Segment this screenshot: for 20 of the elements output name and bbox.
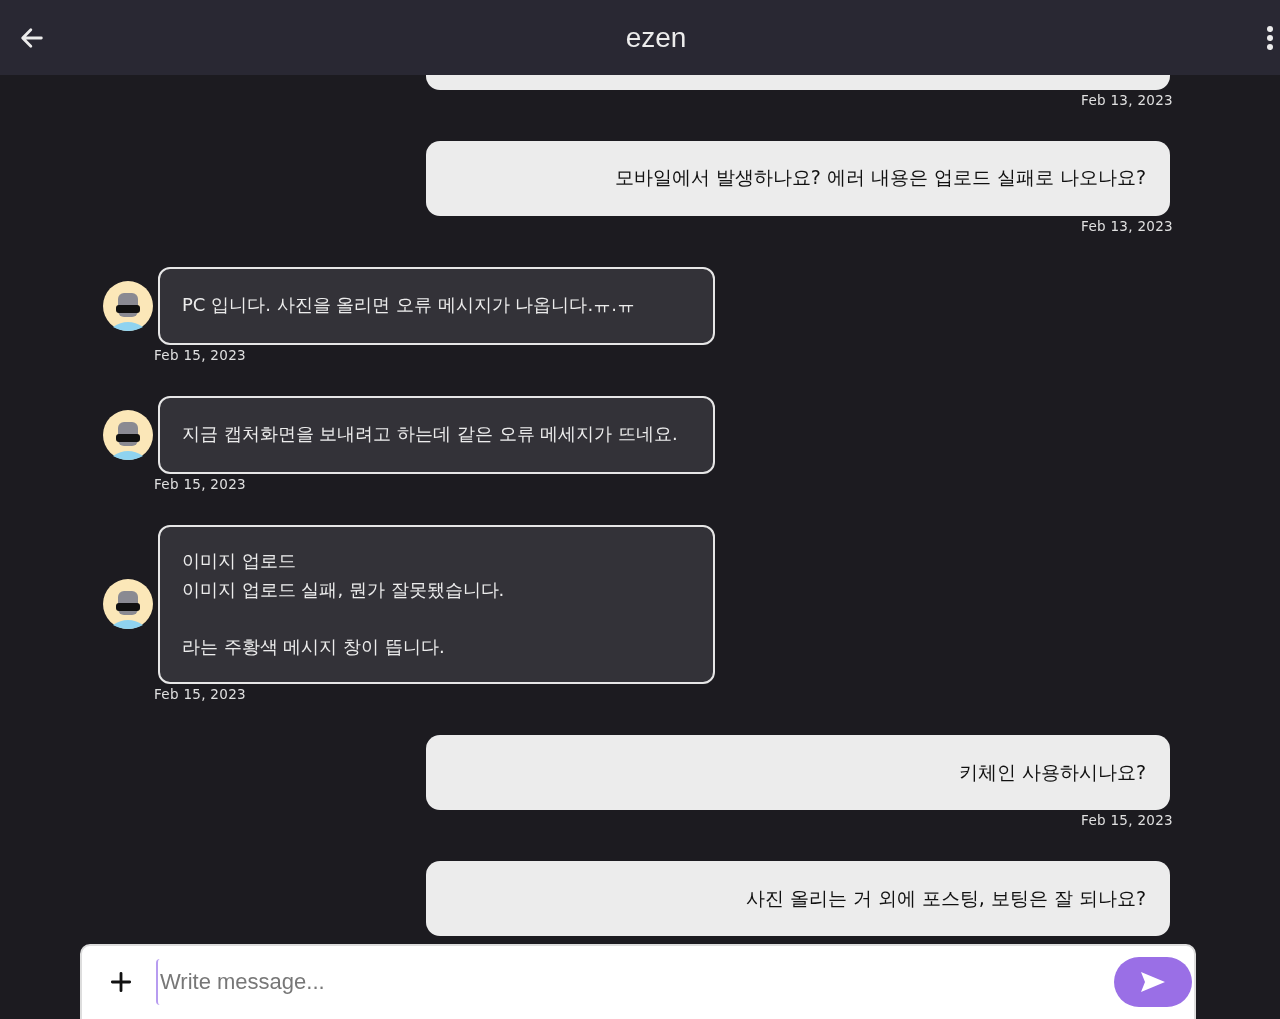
received-message-bubble: PC 입니다. 사진을 올리면 오류 메시지가 나옵니다.ㅠ.ㅠ bbox=[158, 266, 715, 345]
message-date: Feb 15, 2023 bbox=[1081, 812, 1173, 828]
received-message-bubble: 이미지 업로드 이미지 업로드 실패, 뭔가 잘못됐습니다. 라는 주황색 메시지 창이 뜹니다. bbox=[158, 524, 715, 684]
send-button[interactable] bbox=[1114, 956, 1192, 1007]
sent-message-bubble: 키체인 사용하시나요? bbox=[426, 735, 1170, 810]
message-date: Feb 15, 2023 bbox=[154, 346, 246, 363]
sent-message-bubble: 사진 올리는 거 외에 포스팅, 보팅은 잘 되나요? bbox=[426, 861, 1170, 936]
message-date: Feb 15, 2023 bbox=[154, 686, 246, 702]
avatar-icon bbox=[103, 280, 153, 331]
message-date: Feb 13, 2023 bbox=[1081, 217, 1173, 234]
message-input-field[interactable]: Write message... bbox=[80, 944, 1196, 1019]
send-icon bbox=[1140, 970, 1166, 993]
received-message-bubble: 지금 캡처화면을 보내려고 하는데 같은 오류 메세지가 뜨네요. bbox=[158, 395, 715, 474]
sent-message-bubble: 모바일에서 발생하나요? 에러 내용은 업로드 실패로 나오나요? bbox=[426, 140, 1170, 216]
message-date: Feb 15, 2023 bbox=[154, 475, 246, 492]
chat-title: ezen bbox=[625, 21, 687, 54]
avatar-icon bbox=[103, 579, 153, 630]
more-options-button[interactable] bbox=[1266, 24, 1274, 51]
avatar-icon bbox=[103, 409, 153, 460]
message-date: Feb 13, 2023 bbox=[1081, 91, 1173, 108]
